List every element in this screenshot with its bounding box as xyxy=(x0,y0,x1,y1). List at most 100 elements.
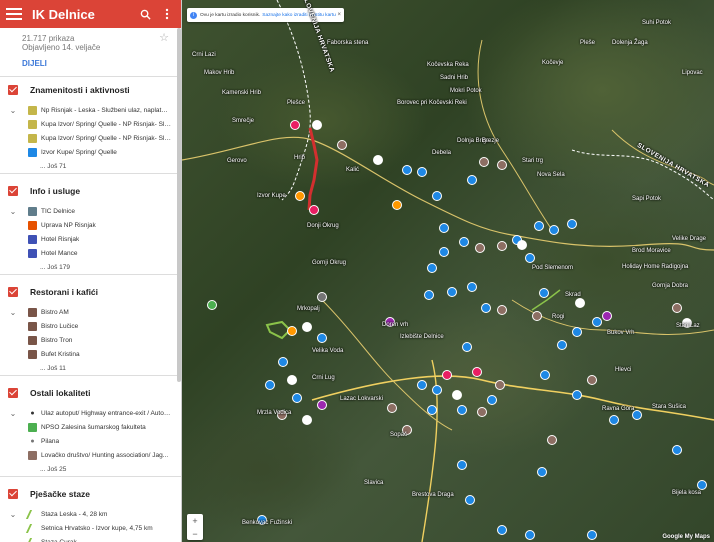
map-marker[interactable] xyxy=(537,467,547,477)
map-marker[interactable] xyxy=(534,221,544,231)
map-marker[interactable] xyxy=(424,290,434,300)
map-marker[interactable] xyxy=(302,415,312,425)
more-link[interactable]: ... Još 179 xyxy=(0,260,181,274)
map-marker[interactable] xyxy=(525,253,535,263)
map-marker[interactable] xyxy=(540,370,550,380)
map-marker[interactable] xyxy=(392,200,402,210)
map-marker[interactable] xyxy=(317,400,327,410)
map-marker[interactable] xyxy=(497,525,507,535)
map-marker[interactable] xyxy=(427,263,437,273)
layer-item[interactable]: Kupa Izvor/ Spring/ Quelle - NP Risnjak-… xyxy=(0,117,181,131)
map-marker[interactable] xyxy=(290,120,300,130)
layer-header[interactable]: Pješačke staze xyxy=(0,481,181,507)
map-marker[interactable] xyxy=(467,282,477,292)
map-marker[interactable] xyxy=(672,303,682,313)
layer-item[interactable]: ● Pilana xyxy=(0,434,181,448)
layer-item[interactable]: Hotel Risnjak xyxy=(0,232,181,246)
chevron-down-icon[interactable]: ⌄ xyxy=(8,510,18,519)
search-icon[interactable] xyxy=(137,6,153,22)
map-marker[interactable] xyxy=(609,415,619,425)
layer-item[interactable]: Uprava NP Risnjak xyxy=(0,218,181,232)
map-marker[interactable] xyxy=(317,333,327,343)
layer-checkbox[interactable] xyxy=(8,388,18,398)
share-button[interactable]: DIJELI xyxy=(0,56,181,76)
more-link[interactable]: ... Još 71 xyxy=(0,159,181,173)
chevron-down-icon[interactable]: ⌄ xyxy=(8,106,18,115)
map-marker[interactable] xyxy=(557,340,567,350)
map-marker[interactable] xyxy=(547,435,557,445)
more-vert-icon[interactable] xyxy=(159,6,175,22)
map-marker[interactable] xyxy=(417,380,427,390)
map-marker[interactable] xyxy=(592,317,602,327)
map-marker[interactable] xyxy=(337,140,347,150)
layer-item[interactable]: ⌄ TIC Delnice xyxy=(0,204,181,218)
map-marker[interactable] xyxy=(465,495,475,505)
layer-header[interactable]: Ostali lokaliteti xyxy=(0,380,181,406)
layer-item[interactable]: Hotel Mance xyxy=(0,246,181,260)
layer-item[interactable]: Bistro Lučice xyxy=(0,319,181,333)
map-marker[interactable] xyxy=(467,175,477,185)
map-marker[interactable] xyxy=(497,160,507,170)
map-marker[interactable] xyxy=(457,460,467,470)
layer-item[interactable]: ⌄ Np Risnjak - Leska - Službeni ulaz, nap… xyxy=(0,103,181,117)
chevron-down-icon[interactable]: ⌄ xyxy=(8,207,18,216)
map-marker[interactable] xyxy=(427,405,437,415)
map-marker[interactable] xyxy=(287,326,297,336)
map-marker[interactable] xyxy=(402,165,412,175)
menu-icon[interactable] xyxy=(6,6,22,22)
layer-item[interactable]: NPŠO Zalesina šumarskog fakulteta xyxy=(0,420,181,434)
map-marker[interactable] xyxy=(432,191,442,201)
map-marker[interactable] xyxy=(472,367,482,377)
map-marker[interactable] xyxy=(497,241,507,251)
layer-checkbox[interactable] xyxy=(8,85,18,95)
layer-item[interactable]: Izvor Kupe/ Spring/ Quelle xyxy=(0,145,181,159)
more-link[interactable]: ... Još 11 xyxy=(0,361,181,375)
map-marker[interactable] xyxy=(672,445,682,455)
layer-item[interactable]: ⌄ ● Ulaz autoput/ Highway entrance-exit / … xyxy=(0,406,181,420)
layer-item[interactable]: ⌄ Bistro AM xyxy=(0,305,181,319)
map-marker[interactable] xyxy=(278,357,288,367)
map-marker[interactable] xyxy=(572,327,582,337)
layer-header[interactable]: Info i usluge xyxy=(0,178,181,204)
map-marker[interactable] xyxy=(602,311,612,321)
map-marker[interactable] xyxy=(697,480,707,490)
map-marker[interactable] xyxy=(292,393,302,403)
map-marker[interactable] xyxy=(572,390,582,400)
map-marker[interactable] xyxy=(312,120,322,130)
layer-header[interactable]: Restorani i kafići xyxy=(0,279,181,305)
map-marker[interactable] xyxy=(432,385,442,395)
layer-item[interactable]: Lovačko društvo/ Hunting association/ Ja… xyxy=(0,448,181,462)
map-marker[interactable] xyxy=(459,237,469,247)
layer-checkbox[interactable] xyxy=(8,186,18,196)
map-marker[interactable] xyxy=(587,375,597,385)
banner-link[interactable]: Saznajte kako izraditi vlastitu kartu xyxy=(262,13,336,18)
layer-item[interactable]: Bistro Tron xyxy=(0,333,181,347)
map-marker[interactable] xyxy=(525,530,535,540)
map-marker[interactable] xyxy=(549,225,559,235)
layer-item[interactable]: Kupa Izvor/ Spring/ Quelle - NP Risnjak-… xyxy=(0,131,181,145)
map-marker[interactable] xyxy=(265,380,275,390)
map-marker[interactable] xyxy=(309,205,319,215)
map-marker[interactable] xyxy=(452,390,462,400)
layer-item[interactable]: Staza Curak xyxy=(0,535,181,542)
layer-item[interactable]: Bufet Kristina xyxy=(0,347,181,361)
map-canvas[interactable]: i Ovu je kartu izradio korisnik. Saznajt… xyxy=(182,0,714,542)
map-marker[interactable] xyxy=(575,298,585,308)
map-marker[interactable] xyxy=(302,322,312,332)
map-marker[interactable] xyxy=(287,375,297,385)
map-marker[interactable] xyxy=(295,191,305,201)
layer-item[interactable]: Šetnica Hrvatsko - Izvor kupe, 4,75 km xyxy=(0,521,181,535)
layer-header[interactable]: Znamenitosti i aktivnosti xyxy=(0,77,181,103)
layer-item[interactable]: ⌄ Staza Leska - 4, 28 km xyxy=(0,507,181,521)
map-marker[interactable] xyxy=(442,370,452,380)
close-icon[interactable]: × xyxy=(337,12,341,18)
map-marker[interactable] xyxy=(317,292,327,302)
more-link[interactable]: ... Još 25 xyxy=(0,462,181,476)
map-marker[interactable] xyxy=(387,403,397,413)
map-marker[interactable] xyxy=(477,407,487,417)
map-marker[interactable] xyxy=(439,247,449,257)
map-marker[interactable] xyxy=(439,223,449,233)
map-marker[interactable] xyxy=(567,219,577,229)
zoom-out-button[interactable]: − xyxy=(192,529,197,539)
map-marker[interactable] xyxy=(487,395,497,405)
